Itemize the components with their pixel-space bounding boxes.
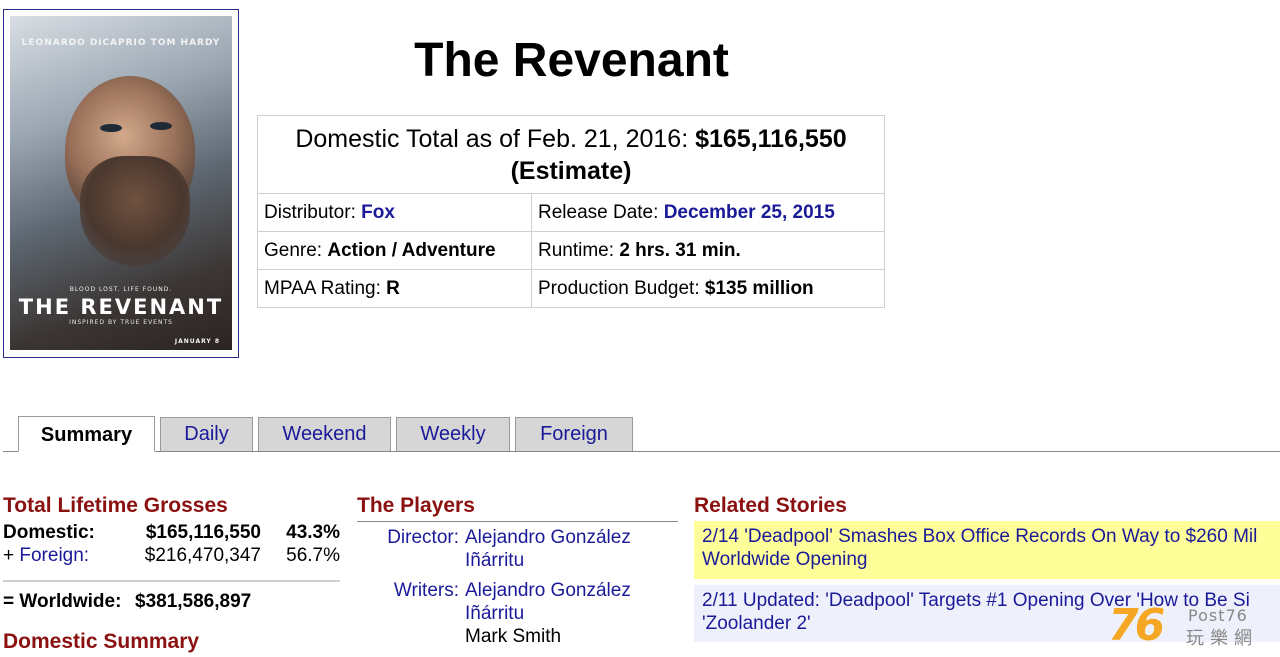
poster-beard-graphic [80,156,190,266]
domestic-summary-heading: Domestic Summary [3,630,200,653]
runtime-value: 2 hrs. 31 min. [619,239,741,261]
story-1-line2: Worldwide Opening [702,549,868,570]
story-1-line1: 2/14 'Deadpool' Smashes Box Office Recor… [702,526,1258,547]
grosses-worldwide-row: = Worldwide: $381,586,897 [3,591,251,613]
release-date-label: Release Date: [538,201,664,223]
foreign-label-cell: + Foreign: [3,544,123,567]
distributor-link[interactable]: Fox [361,202,395,223]
players-heading: The Players [357,494,475,517]
tabs-divider [3,451,1280,452]
domestic-label: Domestic: [3,522,95,543]
poster-eye-right [150,122,172,130]
tab-summary[interactable]: Summary [18,416,155,452]
domestic-total-value: $165,116,550 [695,124,847,153]
tab-weekend[interactable]: Weekend [258,417,391,451]
poster-actor-names: LEONARDO DiCAPRIO TOM HARDY [21,38,221,48]
grosses-foreign-row: + Foreign: $216,470,347 56.7% [3,544,340,567]
foreign-amount: $216,470,347 [144,545,261,566]
director-values: Alejandro González Iñárritu [465,526,678,572]
budget-cell: Production Budget: $135 million [531,269,885,308]
poster-subtitle: INSPIRED BY TRUE EVENTS [69,319,173,326]
worldwide-amount: $381,586,897 [135,591,252,612]
genre-label: Genre: [264,239,328,261]
distributor-label: Distributor: [264,201,362,223]
movie-poster[interactable]: LEONARDO DiCAPRIO TOM HARDY BLOOD LOST. … [3,9,239,358]
runtime-label: Runtime: [538,239,620,261]
mpaa-value: R [386,277,400,299]
players-divider [357,521,678,522]
foreign-link[interactable]: Foreign: [19,545,89,566]
mpaa-label: MPAA Rating: [264,277,387,299]
director-label: Director: [387,527,459,548]
grosses-heading: Total Lifetime Grosses [3,494,228,517]
foreign-prefix: + [3,545,20,566]
watermark-number: 76 [1108,600,1165,651]
runtime-cell: Runtime: 2 hrs. 31 min. [531,231,885,270]
mpaa-cell: MPAA Rating: R [257,269,532,308]
tab-weekly[interactable]: Weekly [396,417,510,451]
writers-label: Writers: [393,580,459,601]
worldwide-label: = Worldwide: [3,591,122,612]
release-date-link[interactable]: December 25, 2015 [664,202,835,223]
poster-date: JANUARY 8 [174,338,220,345]
tab-foreign[interactable]: Foreign [515,417,633,451]
release-date-cell: Release Date: December 25, 2015 [531,193,885,232]
watermark-chinese: 玩樂網 [1186,628,1258,649]
budget-label: Production Budget: [538,277,705,299]
distributor-cell: Distributor: Fox [257,193,532,232]
foreign-percent: 56.7% [286,545,340,566]
story-link-1[interactable]: 2/14 'Deadpool' Smashes Box Office Recor… [694,521,1280,579]
watermark-brand: Post76 [1188,606,1248,625]
stories-heading: Related Stories [694,494,847,517]
genre-cell: Genre: Action / Adventure [257,231,532,270]
director-link[interactable]: Alejandro González Iñárritu [465,527,631,571]
domestic-total-cell: Domestic Total as of Feb. 21, 2016: $165… [257,115,885,194]
poster-title: THE REVENANT [18,295,224,319]
writer-2: Mark Smith [465,626,562,647]
poster-tagline: BLOOD LOST. LIFE FOUND. [69,286,173,293]
movie-info-table: Domestic Total as of Feb. 21, 2016: $165… [257,115,885,308]
writer-link-1[interactable]: Alejandro González Iñárritu [465,580,631,624]
grosses-table: Domestic: $165,116,550 43.3% + Foreign: … [3,521,340,567]
page-title: The Revenant [414,34,729,87]
poster-eye-left [100,124,122,132]
budget-value: $135 million [704,277,814,299]
domestic-percent: 43.3% [286,522,340,543]
domestic-total-estimate: (Estimate) [510,156,632,185]
tab-daily[interactable]: Daily [160,417,253,451]
genre-value: Action / Adventure [327,239,496,261]
grosses-domestic-row: Domestic: $165,116,550 43.3% [3,521,340,544]
grosses-divider [3,580,340,582]
poster-image: LEONARDO DiCAPRIO TOM HARDY BLOOD LOST. … [10,16,232,350]
watermark-logo: 76 Post76 玩樂網 [1108,600,1276,654]
domestic-total-label: Domestic Total as of Feb. 21, 2016: [295,124,696,153]
writers-values: Alejandro González Iñárritu Mark Smith [465,579,678,648]
domestic-amount: $165,116,550 [145,522,261,543]
